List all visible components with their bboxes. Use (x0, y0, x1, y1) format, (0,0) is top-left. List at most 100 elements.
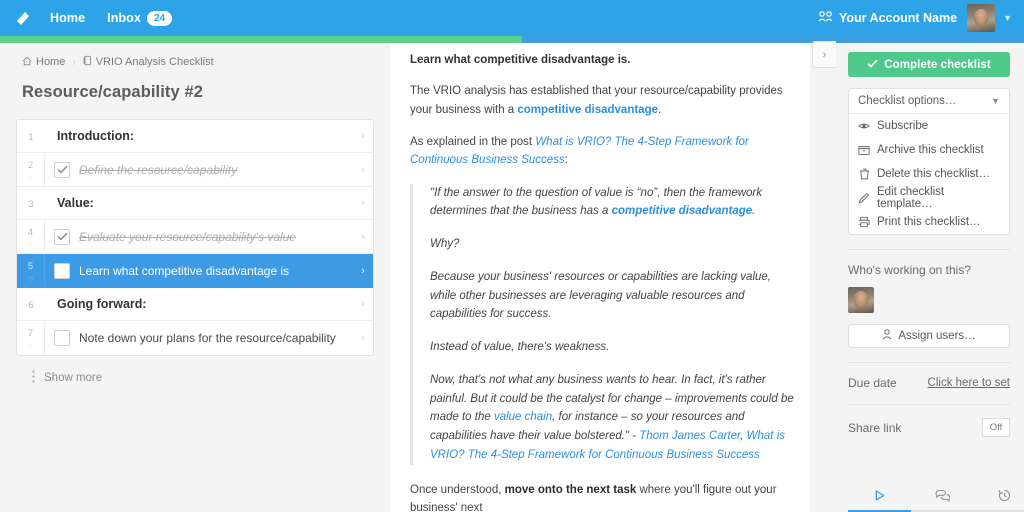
play-icon (873, 484, 886, 506)
assign-users-button[interactable]: Assign users… (848, 324, 1010, 348)
option-label: Archive this checklist (877, 144, 984, 156)
value-chain-link[interactable]: value chain (494, 411, 552, 423)
tab-comments[interactable] (910, 484, 974, 512)
nav-home-link[interactable]: Home (50, 11, 85, 25)
task-label: Evaluate your resource/capability's valu… (79, 229, 297, 244)
avatar[interactable] (967, 4, 996, 32)
chevron-right-icon[interactable]: › (353, 254, 373, 287)
competitive-disadvantage-link[interactable]: competitive disadvantage (517, 104, 658, 116)
account-name-label: Your Account Name (839, 11, 958, 25)
chevron-right-icon[interactable]: › (353, 120, 373, 152)
collapse-sidebar-button[interactable]: › (812, 41, 836, 68)
checklist-sidebar: Complete checklist Checklist options… ▼ … (836, 43, 1024, 512)
nav-inbox-link[interactable]: Inbox 24 (107, 10, 173, 26)
quote1-text-b: . (752, 205, 756, 218)
task-checkbox[interactable] (54, 161, 70, 178)
option-archive-this-checklist[interactable]: Archive this checklist (849, 138, 1009, 162)
section-heading-label: Going forward: (57, 297, 147, 311)
section-heading-label: Introduction: (57, 129, 135, 143)
whos-working-title: Who's working on this? (848, 263, 972, 277)
checklist-options-dropdown[interactable]: Checklist options… ▼ (849, 89, 1009, 114)
task-row-selected[interactable]: 5 ○ Learn what competitive disadvantage is… (17, 254, 373, 288)
drag-handle-icon[interactable]: ○ (28, 240, 33, 249)
quote-paragraph-3: Because your business' resources or capa… (430, 270, 771, 321)
task-checkbox[interactable] (54, 330, 70, 346)
task-row[interactable]: 2 ○ Define the resource/capability › (17, 153, 373, 187)
option-edit-checklist-template[interactable]: Edit checklist template… (849, 186, 1009, 210)
option-label: Subscribe (877, 120, 929, 132)
account-menu[interactable]: Your Account Name ▼ (818, 4, 1024, 32)
para2-text-a: As explained in the post (410, 135, 536, 148)
checklist-progress-bar (0, 36, 1024, 43)
nav-inbox-label: Inbox (107, 11, 141, 25)
check-icon (867, 59, 878, 71)
task-label: Learn what competitive disadvantage is (79, 263, 290, 278)
quote-author-link[interactable]: Thom James Carter (639, 430, 740, 442)
checklist-panel: Home › VRIO Analysis Checklist Resource/… (0, 43, 390, 512)
drag-handle-icon[interactable]: ○ (28, 274, 33, 283)
task-row[interactable]: 7 ○ Note down your plans for the resource/… (17, 321, 373, 355)
section-heading-label: Value: (57, 196, 94, 210)
chevron-right-icon: › (822, 48, 827, 61)
home-icon (22, 56, 32, 69)
chevron-right-icon[interactable]: › (353, 220, 373, 253)
chevron-right-icon[interactable]: › (353, 187, 373, 219)
para2-text-b: : (564, 154, 568, 167)
task-row[interactable]: 6 Going forward: › (17, 288, 373, 321)
due-date-label: Due date (848, 376, 897, 390)
chevron-right-icon[interactable]: › (353, 153, 373, 186)
task-checkbox-cell[interactable] (45, 254, 79, 287)
chevron-down-icon[interactable]: ▼ (1003, 13, 1012, 23)
due-date-set-link[interactable]: Click here to set (928, 377, 1010, 389)
printer-icon (858, 216, 870, 228)
breadcrumb: Home › VRIO Analysis Checklist (0, 43, 390, 69)
show-more-label: Show more (44, 372, 103, 384)
page-title: Resource/capability #2 (22, 83, 204, 101)
drag-handle-icon[interactable]: ○ (28, 173, 33, 182)
task-number: 2 ○ (17, 153, 45, 186)
task-number: 3 (28, 198, 34, 210)
assignee-avatar[interactable] (848, 287, 874, 313)
quote-competitive-disadvantage-link[interactable]: competitive disadvantage (612, 205, 753, 217)
share-link-label: Share link (848, 420, 902, 435)
show-more-button[interactable]: Show more (32, 370, 390, 386)
task-number: 1 (28, 131, 34, 143)
task-row[interactable]: 1 Introduction: › (17, 120, 373, 153)
option-delete-this-checklist[interactable]: Delete this checklist… (849, 162, 1009, 186)
quote-paragraph-2: Why? (430, 238, 460, 251)
task-checkbox-cell[interactable] (45, 153, 79, 186)
chevron-right-icon[interactable]: › (353, 288, 373, 320)
drag-handle-icon[interactable]: ○ (28, 342, 33, 350)
content-paragraph-1: The VRIO analysis has established that y… (410, 82, 796, 119)
breadcrumb-home-label: Home (36, 56, 66, 68)
share-link-toggle[interactable]: Off (982, 418, 1010, 437)
app-logo[interactable] (0, 9, 44, 27)
task-row[interactable]: 3 Value: › (17, 187, 373, 220)
task-label: Note down your plans for the resource/ca… (79, 331, 336, 345)
due-date-row: Due date Click here to set (848, 376, 1010, 390)
option-label: Print this checklist… (877, 216, 981, 228)
breadcrumb-home[interactable]: Home (22, 56, 65, 69)
task-checkbox-cell[interactable] (45, 220, 79, 253)
tab-run[interactable] (848, 484, 911, 512)
complete-checklist-button[interactable]: Complete checklist (848, 52, 1010, 77)
trash-icon (858, 168, 870, 180)
content-paragraph-2: As explained in the post What is VRIO? T… (410, 133, 796, 170)
task-checkbox[interactable] (54, 228, 70, 245)
tab-activity[interactable] (973, 484, 1024, 512)
option-print-this-checklist[interactable]: Print this checklist… (849, 210, 1009, 234)
task-number: 4 ○ (17, 220, 45, 253)
chevron-right-icon[interactable]: › (353, 321, 373, 355)
sidebar-tabs (848, 484, 1024, 512)
quote-paragraph-1: "If the answer to the question of value … (430, 184, 796, 221)
task-checkbox[interactable] (54, 262, 70, 279)
breadcrumb-checklist[interactable]: VRIO Analysis Checklist (83, 55, 214, 69)
task-row[interactable]: 4 ○ Evaluate your resource/capability's va… (17, 220, 373, 254)
option-subscribe[interactable]: Subscribe (849, 114, 1009, 138)
quote-paragraph-5: Now, that's not what any business wants … (430, 371, 796, 465)
task-content-panel: Learn what competitive disadvantage is. … (390, 43, 810, 512)
task-number: 7 ○ (17, 321, 45, 355)
divider (848, 362, 1010, 363)
task-checkbox-cell[interactable] (45, 321, 79, 355)
team-icon (818, 11, 833, 25)
